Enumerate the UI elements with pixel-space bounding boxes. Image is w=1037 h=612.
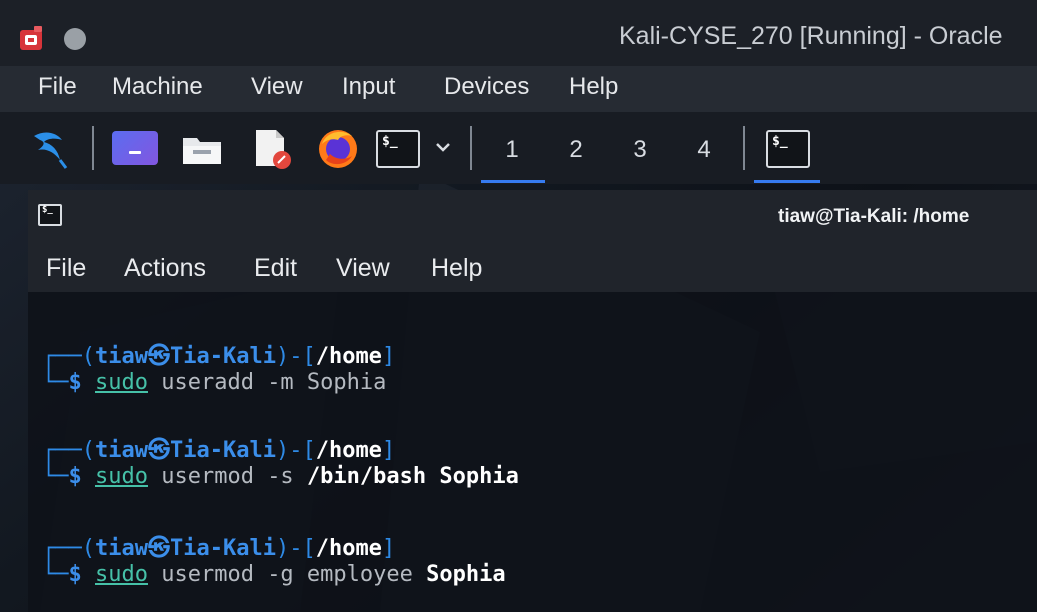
prompt-user: tiaw [94, 438, 148, 463]
terminal-title-bar: $_ tiaw@Tia-Kali: /home [28, 190, 1037, 248]
virtualbox-logo-icon [18, 26, 46, 52]
workspace-3[interactable]: 3 [623, 136, 657, 164]
command-bold-args: /bin/bash Sophia [306, 464, 519, 489]
workspace-2[interactable]: 2 [559, 136, 593, 164]
panel-separator [743, 126, 745, 170]
prompt-sep: ㉿ [147, 438, 170, 463]
prompt-path: /home [315, 344, 382, 369]
command-line: └─$ sudo usermod -s /bin/bash Sophia [42, 464, 519, 489]
command-line: └─$ sudo usermod -g employee Sophia [42, 562, 506, 587]
command-args: useradd -m Sophia [147, 370, 387, 395]
prompt-user: tiaw [94, 536, 148, 561]
dropdown-chevron-icon[interactable] [435, 140, 451, 152]
kali-menu-icon[interactable] [26, 124, 72, 170]
terminal-menu-edit[interactable]: Edit [254, 254, 297, 283]
menu-view[interactable]: View [251, 73, 303, 101]
prompt-host: Tia-Kali [169, 438, 276, 463]
terminal-title: tiaw@Tia-Kali: /home [778, 206, 970, 227]
terminal-menu-bar: File Actions Edit View Help [28, 248, 1037, 292]
terminal-task-icon[interactable]: $_ [766, 130, 810, 168]
panel-separator [92, 126, 94, 170]
prompt-sep: ㉿ [147, 536, 170, 561]
prompt-path: /home [315, 438, 382, 463]
terminal-menu-file[interactable]: File [46, 254, 86, 283]
prompt-user: tiaw [94, 344, 148, 369]
terminal-menu-help[interactable]: Help [431, 254, 482, 283]
command-sudo: sudo [95, 370, 148, 395]
menu-input[interactable]: Input [342, 73, 395, 101]
command-line: └─$ sudo useradd -m Sophia [42, 370, 387, 395]
prompt-host: Tia-Kali [169, 344, 276, 369]
prompt-sep: ㉿ [147, 344, 170, 369]
panel-separator [470, 126, 472, 170]
prompt-line: ┌──(tiaw㉿Tia-Kali)-[/home] [42, 438, 396, 463]
prompt-line: ┌──(tiaw㉿Tia-Kali)-[/home] [42, 344, 396, 369]
command-bold-args: Sophia [426, 562, 506, 587]
text-editor-icon[interactable] [252, 128, 292, 170]
desktop-icon[interactable] [112, 131, 158, 165]
window-dot-icon[interactable] [64, 28, 86, 50]
vm-menu-bar: File Machine View Input Devices Help [0, 66, 1037, 112]
active-workspace-indicator [481, 180, 545, 183]
active-task-indicator [754, 180, 820, 183]
workspace-4[interactable]: 4 [687, 136, 721, 164]
prompt-host: Tia-Kali [169, 536, 276, 561]
workspace-1[interactable]: 1 [495, 136, 529, 164]
window-title: Kali-CYSE_270 [Running] - Oracle [619, 22, 1003, 50]
firefox-icon[interactable] [316, 126, 360, 170]
terminal-menu-view[interactable]: View [336, 254, 390, 283]
terminal-menu-actions[interactable]: Actions [124, 254, 206, 283]
menu-help[interactable]: Help [569, 73, 618, 101]
terminal-window-icon: $_ [38, 204, 62, 226]
command-sudo: sudo [95, 562, 148, 587]
terminal-icon[interactable]: $_ [376, 130, 420, 168]
menu-file[interactable]: File [38, 73, 77, 101]
vm-title-bar: Kali-CYSE_270 [Running] - Oracle [0, 0, 1037, 66]
prompt-line: ┌──(tiaw㉿Tia-Kali)-[/home] [42, 536, 396, 561]
command-args: usermod -g employee [147, 562, 427, 587]
command-args: usermod -s [147, 464, 307, 489]
terminal-output[interactable]: ┌──(tiaw㉿Tia-Kali)-[/home] └─$ sudo user… [28, 292, 1037, 612]
menu-devices[interactable]: Devices [444, 73, 529, 101]
xfce-panel: $_ 1 2 3 4 $_ [0, 112, 1037, 184]
prompt-path: /home [315, 536, 382, 561]
menu-machine[interactable]: Machine [112, 73, 203, 101]
file-manager-icon[interactable] [181, 134, 223, 166]
command-sudo: sudo [95, 464, 148, 489]
